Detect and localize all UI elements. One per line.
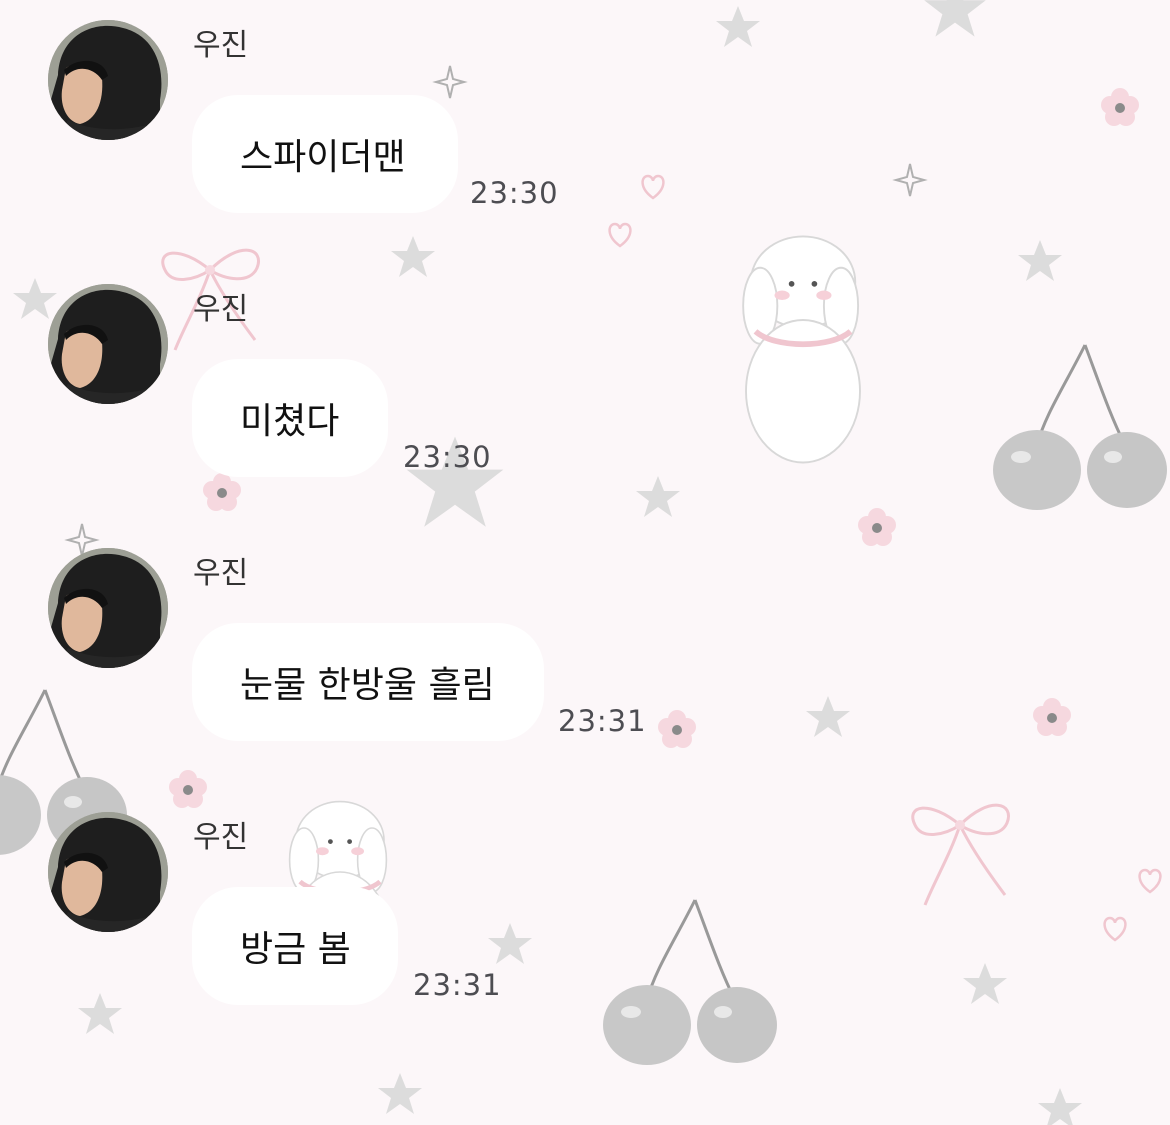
avatar-photo-icon <box>48 812 168 932</box>
avatar[interactable] <box>48 812 168 932</box>
message-bubble[interactable]: 미쳤다 <box>192 359 388 477</box>
avatar[interactable] <box>48 20 168 140</box>
avatar-photo-icon <box>48 20 168 140</box>
message-time: 23:30 <box>470 176 559 210</box>
avatar[interactable] <box>48 548 168 668</box>
message-bubble[interactable]: 눈물 한방울 흘림 <box>192 623 544 741</box>
sender-name: 우진 <box>193 28 249 63</box>
chat-thread: 우진 스파이더맨 23:30 우진 미쳤다 23:30 우진 눈물 한방울 흘림… <box>0 0 1170 1125</box>
sender-name: 우진 <box>193 292 249 327</box>
avatar[interactable] <box>48 284 168 404</box>
sender-name: 우진 <box>193 820 249 855</box>
sender-name: 우진 <box>193 556 249 591</box>
avatar-photo-icon <box>48 548 168 668</box>
message-bubble[interactable]: 방금 봄 <box>192 887 398 1005</box>
message-bubble[interactable]: 스파이더맨 <box>192 95 458 213</box>
message-time: 23:30 <box>403 440 492 474</box>
avatar-photo-icon <box>48 284 168 404</box>
message-time: 23:31 <box>413 968 502 1002</box>
message-time: 23:31 <box>558 704 647 738</box>
